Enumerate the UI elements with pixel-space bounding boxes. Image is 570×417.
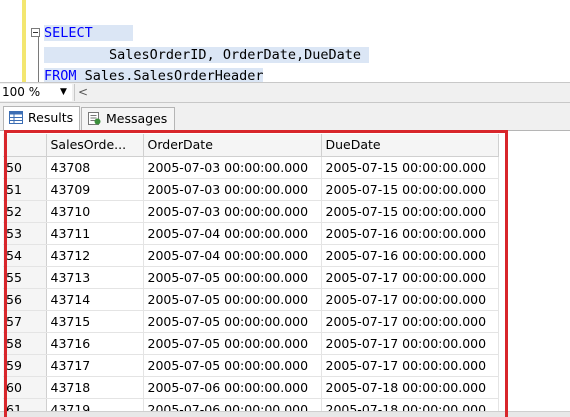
table-row[interactable]: 54 43712 2005-07-04 00:00:00.000 2005-07-16… — [3, 244, 499, 267]
cell-duedate[interactable]: 2005-07-16 00:00:00.000 — [321, 222, 499, 245]
sql-editor[interactable]: SELECT SalesOrderID, OrderDate,DueDate F… — [0, 0, 570, 82]
code-line-1: SELECT — [44, 25, 134, 42]
table-row[interactable]: 50 43708 2005-07-03 00:00:00.000 2005-07-15… — [3, 156, 499, 179]
column-header-duedate[interactable]: DueDate — [321, 134, 499, 157]
cell-duedate[interactable]: 2005-07-17 00:00:00.000 — [321, 354, 499, 377]
row-number[interactable]: 51 — [3, 178, 47, 201]
cell-duedate[interactable]: 2005-07-15 00:00:00.000 — [321, 200, 499, 223]
result-tabs: Results Messages — [0, 103, 570, 130]
tab-messages-label: Messages — [106, 111, 168, 126]
cell-orderdate[interactable]: 2005-07-04 00:00:00.000 — [143, 222, 322, 245]
cell-orderdate[interactable]: 2005-07-03 00:00:00.000 — [143, 200, 322, 223]
cell-salesorderid[interactable]: 43717 — [46, 354, 144, 377]
select-keyword: SELECT — [44, 25, 93, 41]
code-line-3: FROM Sales.SalesOrderHeader — [44, 68, 264, 82]
row-number[interactable]: 52 — [3, 200, 47, 223]
cell-duedate[interactable]: 2005-07-17 00:00:00.000 — [321, 266, 499, 289]
zoom-value: 100 % — [2, 85, 41, 99]
collapse-icon[interactable] — [31, 28, 40, 37]
cell-orderdate[interactable]: 2005-07-05 00:00:00.000 — [143, 288, 322, 311]
zoom-bar: 100 % ▼ < — [0, 82, 570, 103]
table-row[interactable]: 55 43713 2005-07-05 00:00:00.000 2005-07-17… — [3, 266, 499, 289]
cell-salesorderid[interactable]: 43711 — [46, 222, 144, 245]
cell-duedate[interactable]: 2005-07-15 00:00:00.000 — [321, 156, 499, 179]
messages-icon — [88, 112, 101, 125]
cell-salesorderid[interactable]: 43715 — [46, 310, 144, 333]
header-row: SalesOrde... OrderDate DueDate — [3, 134, 499, 157]
table-row[interactable]: 59 43717 2005-07-05 00:00:00.000 2005-07-17… — [3, 354, 499, 377]
cell-orderdate[interactable]: 2005-07-05 00:00:00.000 — [143, 266, 322, 289]
cell-salesorderid[interactable]: 43709 — [46, 178, 144, 201]
table-row[interactable]: 52 43710 2005-07-03 00:00:00.000 2005-07-15… — [3, 200, 499, 223]
column-header-salesorderid[interactable]: SalesOrde... — [46, 134, 144, 157]
row-number[interactable]: 57 — [3, 310, 47, 333]
tab-messages[interactable]: Messages — [81, 107, 175, 130]
table-row[interactable]: 51 43709 2005-07-03 00:00:00.000 2005-07-15… — [3, 178, 499, 201]
row-number[interactable]: 56 — [3, 288, 47, 311]
cell-orderdate[interactable]: 2005-07-03 00:00:00.000 — [143, 156, 322, 179]
row-number[interactable]: 54 — [3, 244, 47, 267]
cell-duedate[interactable]: 2005-07-17 00:00:00.000 — [321, 288, 499, 311]
cell-salesorderid[interactable]: 43714 — [46, 288, 144, 311]
from-keyword: FROM — [44, 68, 77, 82]
results-table: SalesOrde... OrderDate DueDate 50 43708 20… — [3, 134, 499, 417]
cell-orderdate[interactable]: 2005-07-04 00:00:00.000 — [143, 244, 322, 267]
table-row[interactable]: 56 43714 2005-07-05 00:00:00.000 2005-07-17… — [3, 288, 499, 311]
row-header-corner[interactable] — [3, 134, 47, 157]
select-columns: SalesOrderID, OrderDate,DueDate — [109, 47, 361, 63]
row-number[interactable]: 60 — [3, 376, 47, 399]
tab-results[interactable]: Results — [3, 106, 80, 130]
cell-duedate[interactable]: 2005-07-16 00:00:00.000 — [321, 244, 499, 267]
row-number[interactable]: 50 — [3, 156, 47, 179]
cell-salesorderid[interactable]: 43710 — [46, 200, 144, 223]
table-name: Sales.SalesOrderHeader — [84, 68, 264, 82]
results-grid[interactable]: SalesOrde... OrderDate DueDate 50 43708 20… — [0, 130, 570, 417]
cell-duedate[interactable]: 2005-07-18 00:00:00.000 — [321, 376, 499, 399]
outline-guide — [38, 33, 39, 82]
cell-orderdate[interactable]: 2005-07-05 00:00:00.000 — [143, 310, 322, 333]
code-line-2: SalesOrderID, OrderDate,DueDate — [44, 47, 370, 64]
zoom-dropdown[interactable]: 100 % ▼ — [0, 84, 72, 101]
row-number[interactable]: 58 — [3, 332, 47, 355]
table-row[interactable]: 53 43711 2005-07-04 00:00:00.000 2005-07-16… — [3, 222, 499, 245]
cell-salesorderid[interactable]: 43712 — [46, 244, 144, 267]
cell-salesorderid[interactable]: 43718 — [46, 376, 144, 399]
column-header-orderdate[interactable]: OrderDate — [143, 134, 322, 157]
cell-orderdate[interactable]: 2005-07-05 00:00:00.000 — [143, 354, 322, 377]
cell-duedate[interactable]: 2005-07-17 00:00:00.000 — [321, 310, 499, 333]
tab-results-label: Results — [28, 110, 74, 125]
row-number[interactable]: 59 — [3, 354, 47, 377]
cell-duedate[interactable]: 2005-07-17 00:00:00.000 — [321, 332, 499, 355]
grid-icon — [9, 111, 23, 124]
row-number[interactable]: 53 — [3, 222, 47, 245]
cell-duedate[interactable]: 2005-07-15 00:00:00.000 — [321, 178, 499, 201]
scroll-left-button[interactable]: < — [74, 84, 91, 101]
chevron-down-icon[interactable]: ▼ — [60, 84, 67, 101]
cell-orderdate[interactable]: 2005-07-05 00:00:00.000 — [143, 332, 322, 355]
table-row[interactable]: 58 43716 2005-07-05 00:00:00.000 2005-07-17… — [3, 332, 499, 355]
changed-lines-marker — [22, 0, 26, 82]
cell-salesorderid[interactable]: 43708 — [46, 156, 144, 179]
cell-salesorderid[interactable]: 43716 — [46, 332, 144, 355]
cell-orderdate[interactable]: 2005-07-03 00:00:00.000 — [143, 178, 322, 201]
cell-orderdate[interactable]: 2005-07-06 00:00:00.000 — [143, 376, 322, 399]
cell-salesorderid[interactable]: 43713 — [46, 266, 144, 289]
row-number[interactable]: 55 — [3, 266, 47, 289]
table-row[interactable]: 60 43718 2005-07-06 00:00:00.000 2005-07-18… — [3, 376, 499, 399]
horizontal-scrollbar[interactable] — [0, 411, 570, 417]
table-row[interactable]: 57 43715 2005-07-05 00:00:00.000 2005-07-17… — [3, 310, 499, 333]
